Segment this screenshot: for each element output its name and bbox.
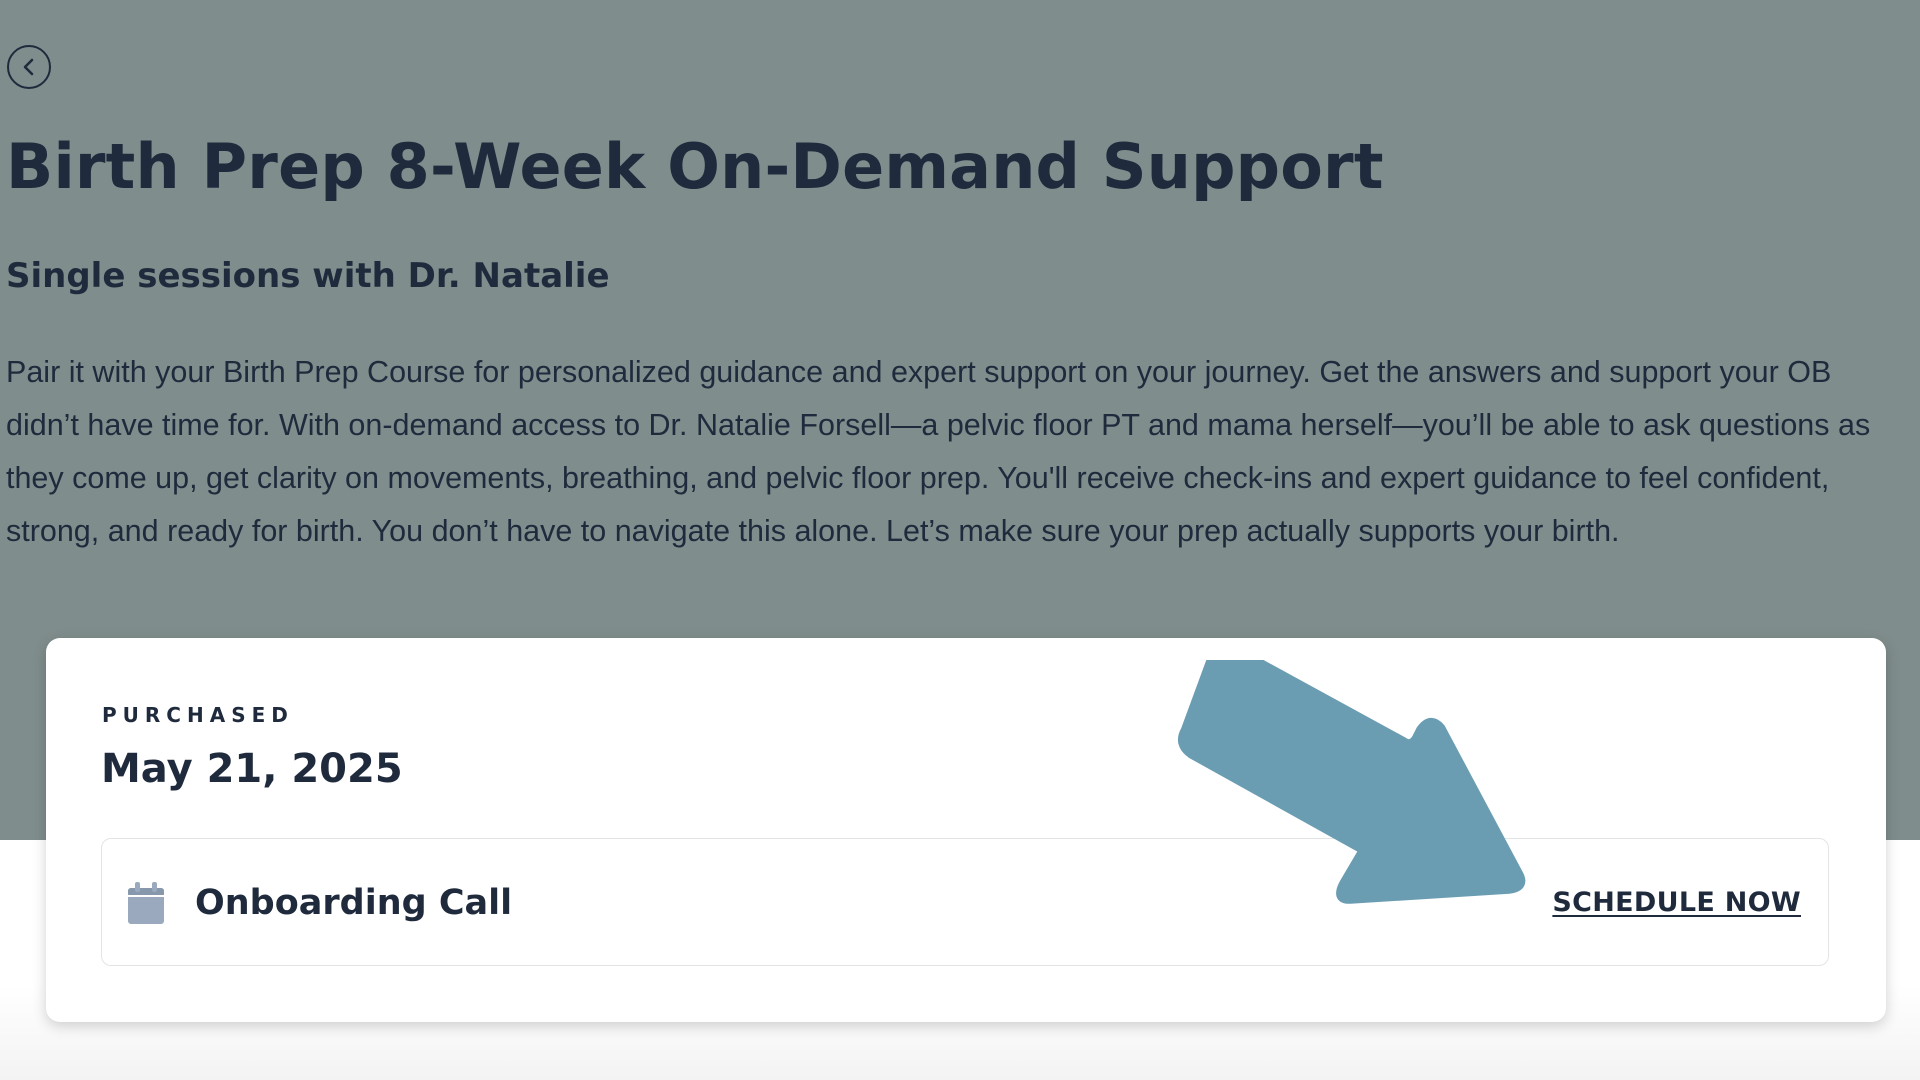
session-row: Onboarding Call SCHEDULE NOW bbox=[101, 838, 1829, 966]
product-description: Pair it with your Birth Prep Course for … bbox=[6, 355, 1871, 548]
session-name: Onboarding Call bbox=[195, 883, 513, 923]
chevron-left-icon bbox=[23, 58, 34, 76]
page-title: Birth Prep 8-Week On-Demand Support bbox=[6, 130, 1384, 203]
purchase-card: PURCHASED May 21, 2025 Onboarding Call S… bbox=[46, 638, 1886, 1022]
schedule-now-link[interactable]: SCHEDULE NOW bbox=[1552, 887, 1801, 918]
purchased-label: PURCHASED bbox=[102, 703, 294, 727]
page-subtitle: Single sessions with Dr. Natalie bbox=[6, 256, 610, 296]
back-button[interactable] bbox=[7, 45, 51, 89]
page: Birth Prep 8-Week On-Demand Support Sing… bbox=[0, 0, 1920, 1080]
purchased-date: May 21, 2025 bbox=[101, 746, 403, 792]
calendar-icon bbox=[128, 882, 164, 924]
